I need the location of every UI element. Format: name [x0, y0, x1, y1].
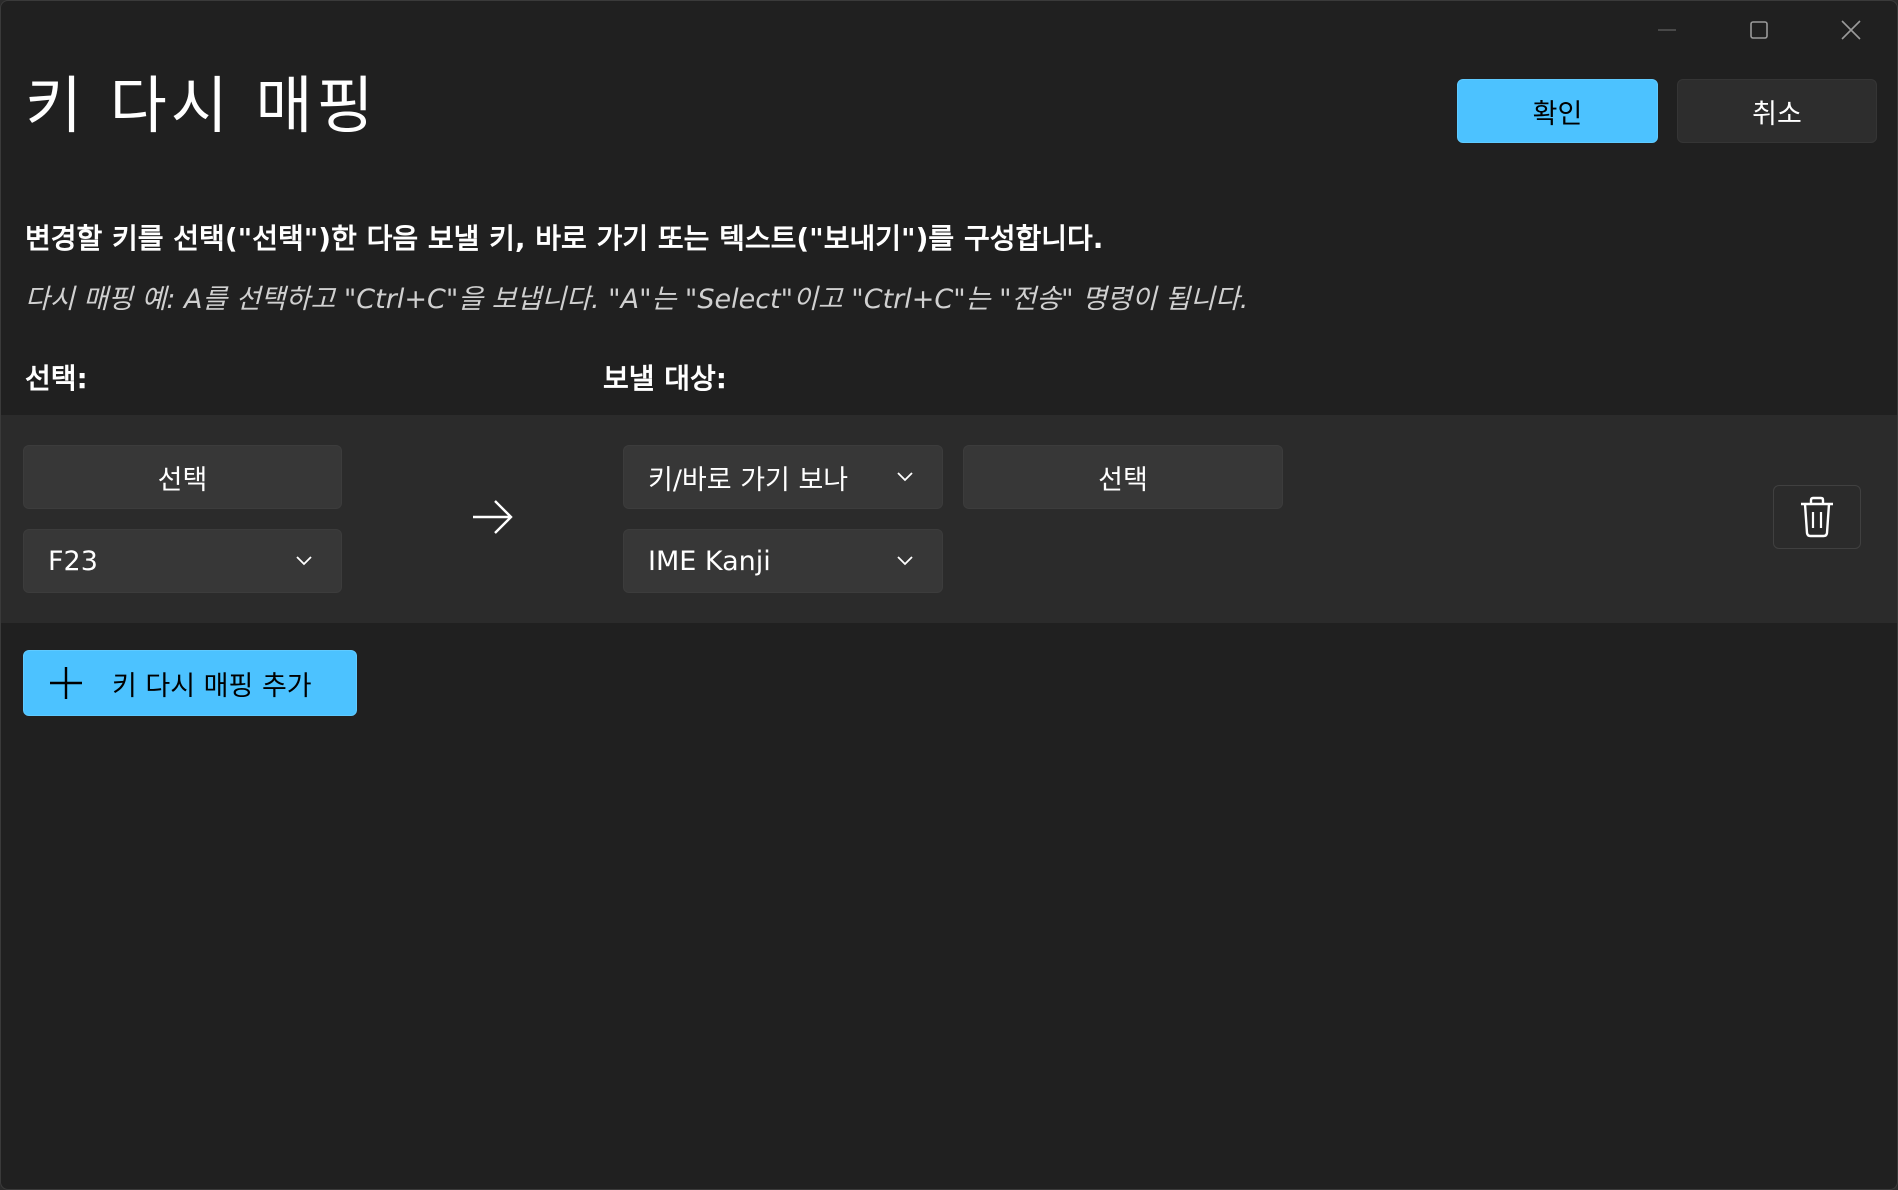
chevron-down-icon [296, 556, 312, 566]
remap-keys-window: 키 다시 매핑 확인 취소 변경할 키를 선택("선택")한 다음 보낼 키, … [0, 0, 1898, 1190]
delete-mapping-button[interactable] [1773, 485, 1861, 549]
trash-icon [1801, 496, 1833, 538]
add-remapping-label: 키 다시 매핑 추가 [112, 670, 312, 702]
mapping-row: 선택 F23 키/바로 가기 보나 선택 IME Kanji [1, 415, 1897, 623]
send-column-label: 보낼 대상: [603, 362, 727, 395]
example-text: 다시 매핑 예: A를 선택하고 "Ctrl+C"을 보냅니다. "A"는 "S… [25, 284, 1249, 315]
close-button[interactable] [1805, 1, 1897, 59]
plus-icon [50, 667, 82, 699]
source-select-button[interactable]: 선택 [23, 445, 342, 509]
maximize-icon [1750, 21, 1768, 39]
target-key-dropdown[interactable]: IME Kanji [623, 529, 943, 593]
cancel-button[interactable]: 취소 [1677, 79, 1877, 143]
target-type-dropdown[interactable]: 키/바로 가기 보나 [623, 445, 943, 509]
add-remapping-button[interactable]: 키 다시 매핑 추가 [23, 650, 357, 716]
minimize-button[interactable] [1621, 1, 1713, 59]
instructions-text: 변경할 키를 선택("선택")한 다음 보낼 키, 바로 가기 또는 텍스트("… [25, 222, 1104, 255]
minimize-icon [1658, 29, 1676, 31]
source-key-dropdown[interactable]: F23 [23, 529, 342, 593]
close-icon [1841, 20, 1861, 40]
maximize-button[interactable] [1713, 1, 1805, 59]
confirm-button[interactable]: 확인 [1457, 79, 1658, 143]
target-select-button[interactable]: 선택 [963, 445, 1283, 509]
target-type-value: 키/바로 가기 보나 [648, 464, 849, 496]
page-title: 키 다시 매핑 [25, 69, 378, 142]
arrow-right-icon [473, 500, 513, 534]
chevron-down-icon [897, 472, 913, 482]
chevron-down-icon [897, 556, 913, 566]
source-key-value: F23 [48, 545, 98, 577]
target-key-value: IME Kanji [648, 545, 771, 577]
caption-controls [1621, 1, 1897, 59]
select-column-label: 선택: [25, 362, 88, 395]
